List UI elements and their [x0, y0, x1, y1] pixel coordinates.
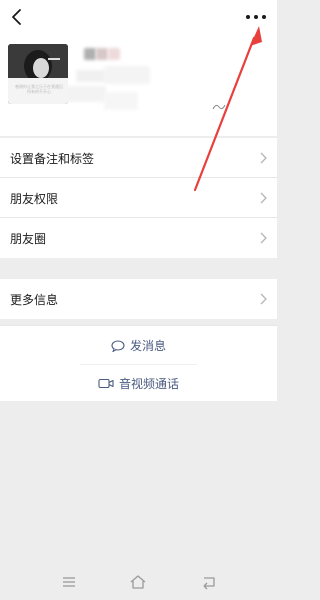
blurred-name: [84, 48, 96, 60]
home-icon[interactable]: [129, 574, 147, 590]
menu-item-label: 更多信息: [10, 293, 59, 307]
menu-item-label: 朋友权限: [10, 192, 59, 206]
gender-icon: [212, 104, 226, 110]
menu-item-label: 设置备注和标签: [10, 152, 95, 166]
blurred-info: [104, 66, 150, 84]
system-nav-bar: [0, 562, 277, 600]
blurred-info: [104, 92, 138, 110]
menu-item-moments[interactable]: 朋友圈: [0, 218, 277, 258]
avatar-image-icon: [8, 44, 68, 104]
send-message-button[interactable]: 发消息: [0, 326, 277, 364]
chevron-right-icon: [260, 293, 267, 305]
chat-bubble-icon: [111, 339, 125, 353]
menu-item-remark-tags[interactable]: 设置备注和标签: [0, 138, 277, 178]
blurred-name: [96, 48, 108, 60]
blurred-name: [108, 48, 120, 60]
send-message-label: 发消息: [129, 339, 166, 353]
menu-item-more-info[interactable]: 更多信息: [0, 279, 277, 319]
blurred-info: [66, 86, 106, 102]
profile-card: 感谢你让我之乐于在我遇见所有的不开心: [0, 36, 277, 136]
menu-group: 设置备注和标签 朋友权限 朋友圈: [0, 138, 277, 258]
top-bar: [0, 0, 277, 36]
avatar[interactable]: 感谢你让我之乐于在我遇见所有的不开心: [8, 44, 68, 104]
chevron-right-icon: [260, 232, 267, 244]
back-icon[interactable]: [200, 574, 218, 590]
avatar-caption: 感谢你让我之乐于在我遇见所有的不开心: [15, 84, 63, 94]
more-horizontal-icon[interactable]: [243, 10, 269, 24]
video-camera-icon: [98, 378, 114, 389]
video-call-button[interactable]: 音视频通话: [0, 364, 277, 402]
chevron-left-icon[interactable]: [6, 6, 28, 28]
menu-item-label: 朋友圈: [10, 232, 47, 246]
chevron-right-icon: [260, 192, 267, 204]
action-panel: 发消息 音视频通话: [0, 325, 277, 401]
menu-icon[interactable]: [60, 574, 78, 590]
blurred-info: [76, 70, 106, 82]
video-call-label: 音视频通话: [118, 377, 179, 391]
menu-item-friend-permissions[interactable]: 朋友权限: [0, 178, 277, 218]
chevron-right-icon: [260, 152, 267, 164]
menu-group: 更多信息: [0, 279, 277, 319]
